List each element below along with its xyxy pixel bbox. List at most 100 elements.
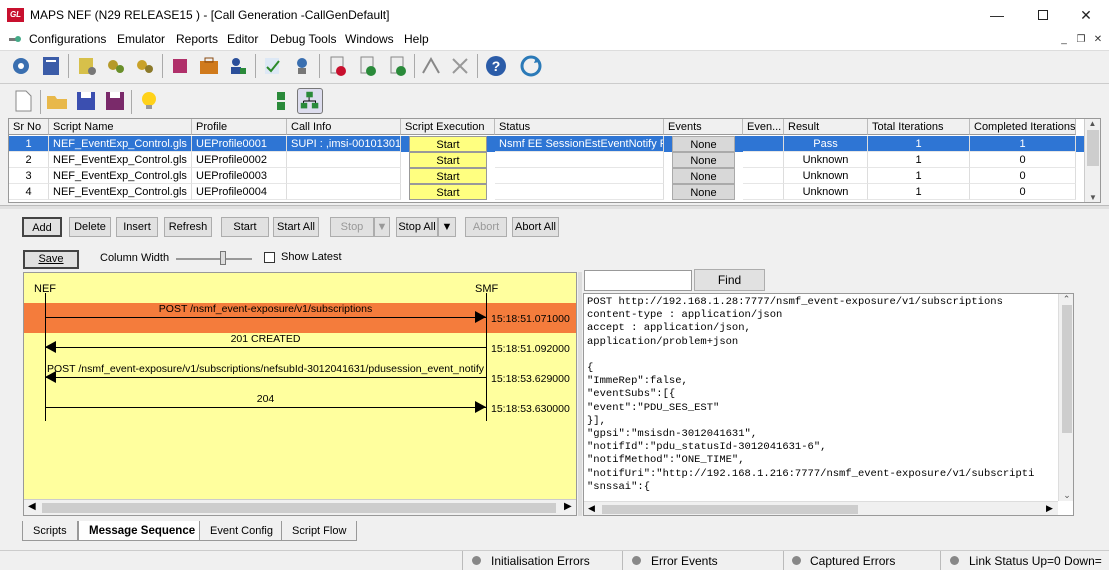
- col-header-status[interactable]: Status: [495, 119, 664, 135]
- sequence-hscrollbar[interactable]: ◀ ▶: [24, 499, 576, 515]
- settings-button[interactable]: [8, 53, 34, 79]
- new-file-button[interactable]: [10, 88, 36, 114]
- events-button[interactable]: None: [672, 168, 735, 184]
- scroll-right-icon[interactable]: ▶: [1046, 503, 1053, 514]
- add-button[interactable]: Add: [22, 217, 62, 237]
- tip-button[interactable]: [136, 88, 162, 114]
- col-header-profile[interactable]: Profile: [192, 119, 287, 135]
- briefcase-button[interactable]: [196, 53, 222, 79]
- stop-script-button[interactable]: [325, 53, 351, 79]
- abort-all-button[interactable]: Abort All: [512, 217, 559, 237]
- splitter[interactable]: [0, 205, 1109, 209]
- notebook-button[interactable]: [38, 53, 64, 79]
- message-arrow[interactable]: [45, 317, 486, 318]
- col-header-srno[interactable]: Sr No: [9, 119, 49, 135]
- refresh-button[interactable]: Refresh: [164, 217, 212, 237]
- events-button[interactable]: None: [672, 152, 735, 168]
- col-header-completed-iterations[interactable]: Completed Iterations: [970, 119, 1076, 135]
- tab-message-sequence[interactable]: Message Sequence: [78, 521, 207, 541]
- show-latest-checkbox[interactable]: [264, 252, 275, 263]
- col-header-even[interactable]: Even...: [743, 119, 784, 135]
- col-header-result[interactable]: Result: [784, 119, 868, 135]
- refresh-toolbar-button[interactable]: [518, 53, 544, 79]
- start-script-button[interactable]: Start: [409, 184, 487, 200]
- find-input[interactable]: [584, 270, 692, 291]
- stop-dropdown-button[interactable]: ▼: [374, 217, 390, 237]
- script-button[interactable]: [74, 53, 100, 79]
- pause-script-button[interactable]: [385, 53, 411, 79]
- tool-b-button[interactable]: [447, 53, 473, 79]
- table-row[interactable]: 4 NEF_EventExp_Control.gls UEProfile0004 St…: [9, 184, 1084, 200]
- save-as-button[interactable]: [102, 88, 128, 114]
- message-arrow[interactable]: [45, 407, 486, 408]
- error-events-status[interactable]: Error Events: [651, 553, 718, 569]
- database-button[interactable]: [167, 53, 193, 79]
- stop-all-button[interactable]: Stop All: [396, 217, 438, 237]
- scroll-up-icon[interactable]: ▲: [1085, 119, 1100, 128]
- message-label[interactable]: POST /nsmf_event-exposure/v1/subscriptio…: [45, 303, 486, 315]
- message-label[interactable]: 204: [45, 393, 486, 405]
- single-view-button[interactable]: [268, 88, 294, 114]
- table-row[interactable]: 3 NEF_EventExp_Control.gls UEProfile0003 St…: [9, 168, 1084, 184]
- tab-event-config[interactable]: Event Config: [199, 521, 284, 541]
- child-minimize-button[interactable]: _: [1056, 33, 1072, 47]
- child-restore-button[interactable]: ❐: [1073, 33, 1089, 47]
- find-button[interactable]: Find: [694, 269, 765, 291]
- edit-button[interactable]: [260, 53, 286, 79]
- wizard-button[interactable]: [289, 53, 315, 79]
- menu-configurations[interactable]: Configurations: [29, 32, 106, 46]
- message-label[interactable]: 201 CREATED: [45, 333, 486, 345]
- scroll-down-icon[interactable]: ▼: [1085, 193, 1100, 202]
- col-header-script-execution[interactable]: Script Execution: [401, 119, 495, 135]
- start-all-button[interactable]: Start All: [273, 217, 319, 237]
- tab-script-flow[interactable]: Script Flow: [281, 521, 358, 541]
- stop-button[interactable]: Stop: [330, 217, 374, 237]
- menu-windows[interactable]: Windows: [345, 32, 394, 46]
- menu-reports[interactable]: Reports: [176, 32, 218, 46]
- save-button[interactable]: Save: [23, 250, 79, 269]
- menu-emulator[interactable]: Emulator: [117, 32, 165, 46]
- gears2-button[interactable]: [132, 53, 158, 79]
- table-row[interactable]: 1 NEF_EventExp_Control.gls UEProfile0001 SU…: [9, 136, 1084, 152]
- start-script-button[interactable]: Start: [409, 152, 487, 168]
- col-header-call-info[interactable]: Call Info: [287, 119, 401, 135]
- abort-button[interactable]: Abort: [465, 217, 507, 237]
- menu-help[interactable]: Help: [404, 32, 429, 46]
- maximize-button[interactable]: [1020, 0, 1066, 30]
- gears-button[interactable]: [103, 53, 129, 79]
- raw-hscroll-thumb[interactable]: [602, 505, 858, 514]
- col-header-total-iterations[interactable]: Total Iterations: [868, 119, 970, 135]
- scroll-down-icon[interactable]: ⌄: [1059, 490, 1073, 501]
- table-row[interactable]: 2 NEF_EventExp_Control.gls UEProfile0002 St…: [9, 152, 1084, 168]
- child-close-button[interactable]: ✕: [1090, 33, 1106, 47]
- captured-errors-status[interactable]: Captured Errors: [810, 553, 895, 569]
- start-script-button[interactable]: Start: [409, 136, 487, 152]
- raw-vscrollbar[interactable]: ⌃ ⌄: [1058, 294, 1073, 501]
- raw-hscrollbar[interactable]: ◀ ▶: [584, 501, 1058, 515]
- tool-a-button[interactable]: [418, 53, 444, 79]
- tree-view-button[interactable]: [297, 88, 323, 114]
- scroll-up-icon[interactable]: ⌃: [1059, 294, 1073, 305]
- hscroll-thumb[interactable]: [42, 503, 556, 513]
- continue-script-button[interactable]: [355, 53, 381, 79]
- slider-thumb[interactable]: [220, 251, 226, 265]
- profile-button[interactable]: [225, 53, 251, 79]
- close-button[interactable]: ✕: [1063, 0, 1109, 30]
- message-label[interactable]: POST /nsmf_event-exposure/v1/subscriptio…: [45, 363, 486, 375]
- message-arrow[interactable]: [45, 347, 486, 348]
- menu-editor[interactable]: Editor: [227, 32, 258, 46]
- scroll-left-icon[interactable]: ◀: [28, 501, 36, 512]
- scroll-left-icon[interactable]: ◀: [588, 503, 595, 514]
- stop-all-dropdown-button[interactable]: ▼: [438, 217, 456, 237]
- open-button[interactable]: [44, 88, 70, 114]
- scroll-thumb[interactable]: [1086, 130, 1099, 166]
- panel-splitter[interactable]: [578, 272, 582, 516]
- start-button[interactable]: Start: [221, 217, 269, 237]
- raw-message-panel[interactable]: POST http://192.168.1.28:7777/nsmf_event…: [583, 293, 1074, 516]
- grid-scrollbar[interactable]: ▲ ▼: [1084, 119, 1100, 202]
- raw-vscroll-thumb[interactable]: [1061, 305, 1072, 433]
- col-header-script-name[interactable]: Script Name: [49, 119, 192, 135]
- delete-button[interactable]: Delete: [69, 217, 111, 237]
- message-arrow[interactable]: [45, 377, 486, 378]
- events-button[interactable]: None: [672, 136, 735, 152]
